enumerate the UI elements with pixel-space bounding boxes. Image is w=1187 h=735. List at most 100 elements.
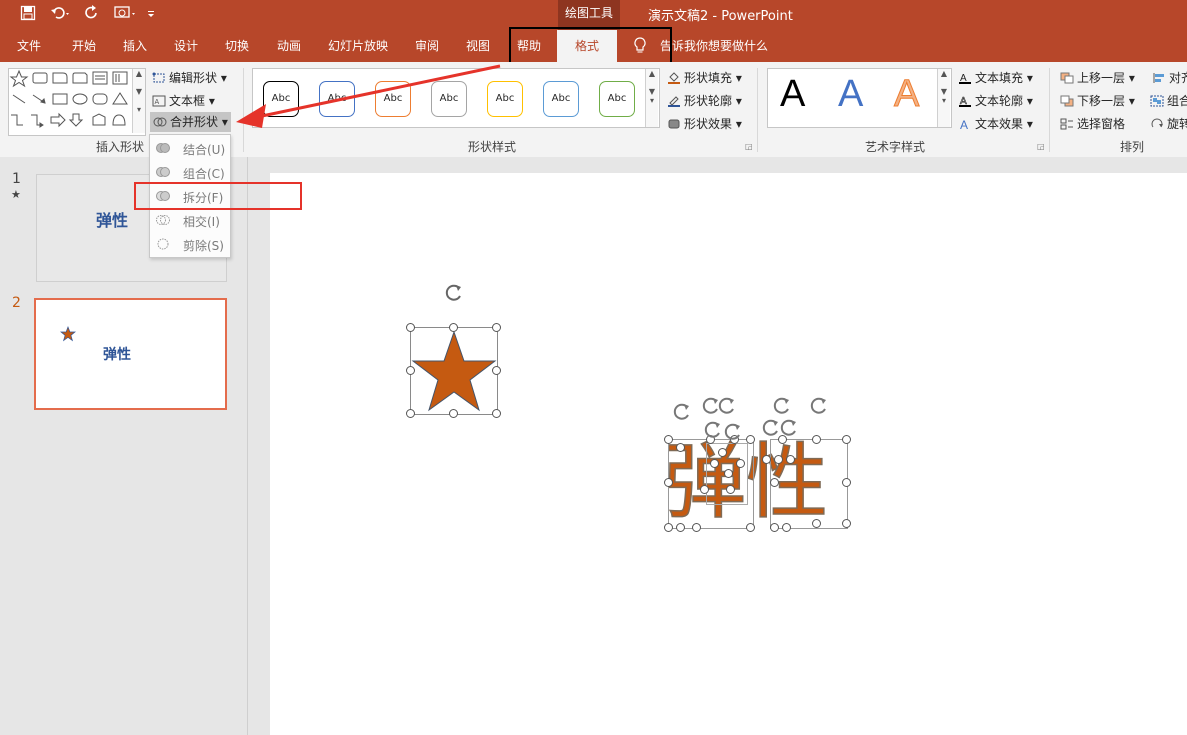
shapes-gallery-scroll[interactable]: ▲ ▼ ▾ <box>132 69 145 133</box>
slide-1-text: 弹性 <box>96 211 129 230</box>
redo-icon[interactable] <box>84 5 100 25</box>
resize-handle[interactable] <box>746 523 755 532</box>
resize-handle[interactable] <box>664 523 673 532</box>
union-icon <box>156 143 170 153</box>
selection-pane-button[interactable]: 选择窗格 <box>1060 115 1125 132</box>
text-box-button[interactable]: A 文本框 ▾ <box>152 92 215 109</box>
send-backward-button[interactable]: 下移一层 ▾ <box>1060 92 1135 109</box>
resize-handle[interactable] <box>762 455 771 464</box>
slide-thumbnail-2[interactable]: 弹性 <box>34 298 227 410</box>
shape-style-5[interactable]: Abc <box>487 81 523 117</box>
resize-handle[interactable] <box>726 485 735 494</box>
merge-shapes-button[interactable]: 合并形状 ▾ <box>150 112 231 132</box>
tab-slideshow[interactable]: 幻灯片放映 <box>328 37 388 54</box>
resize-handle[interactable] <box>842 478 851 487</box>
shape-style-4[interactable]: Abc <box>431 81 467 117</box>
resize-handle[interactable] <box>492 366 501 375</box>
tab-file[interactable]: 文件 <box>17 37 41 54</box>
group-button[interactable]: 组合 <box>1150 92 1187 109</box>
wordart-scroll[interactable]: ▲ ▼ ▾ <box>937 69 950 127</box>
shape-style-3[interactable]: Abc <box>375 81 411 117</box>
wordart-style-black[interactable]: A <box>780 73 805 116</box>
resize-handle[interactable] <box>692 523 701 532</box>
wordart-style-blue[interactable]: A <box>838 73 863 116</box>
wordart-gallery[interactable]: A A A ▲ ▼ ▾ <box>767 68 952 128</box>
resize-handle[interactable] <box>676 523 685 532</box>
resize-handle[interactable] <box>449 409 458 418</box>
resize-handle[interactable] <box>492 323 501 332</box>
resize-handle[interactable] <box>770 478 779 487</box>
rotate-button[interactable]: 旋转 <box>1150 115 1187 132</box>
resize-handle[interactable] <box>842 519 851 528</box>
resize-handle[interactable] <box>406 366 415 375</box>
rotate-handle-icon[interactable] <box>778 417 800 439</box>
bring-forward-button[interactable]: 上移一层 ▾ <box>1060 69 1135 86</box>
resize-handle[interactable] <box>842 435 851 444</box>
shape-effects-button[interactable]: 形状效果 ▾ <box>667 115 742 132</box>
menu-item-subtract[interactable]: 剪除(S) <box>150 233 230 257</box>
shape-outline-button[interactable]: 形状轮廓 ▾ <box>667 92 742 109</box>
edit-shape-button[interactable]: 编辑形状 ▾ <box>152 69 227 86</box>
shape-styles-scroll[interactable]: ▲ ▼ ▾ <box>645 69 658 127</box>
tab-review[interactable]: 审阅 <box>415 37 439 54</box>
rotate-handle-icon[interactable] <box>671 401 693 423</box>
rotate-handle-icon[interactable] <box>771 395 793 417</box>
shape-styles-gallery[interactable]: Abc Abc Abc Abc Abc Abc Abc ▲ ▼ ▾ <box>252 68 660 128</box>
text-outline-button[interactable]: A 文本轮廓 ▾ <box>958 92 1033 109</box>
resize-handle[interactable] <box>812 435 821 444</box>
rotate-handle-icon[interactable] <box>716 395 738 417</box>
text-fill-button[interactable]: A 文本填充 ▾ <box>958 69 1033 86</box>
resize-handle[interactable] <box>718 448 727 457</box>
resize-handle[interactable] <box>736 459 745 468</box>
save-icon[interactable] <box>20 5 36 25</box>
resize-handle[interactable] <box>492 409 501 418</box>
resize-handle[interactable] <box>786 455 795 464</box>
shape-style-7[interactable]: Abc <box>599 81 635 117</box>
tab-design[interactable]: 设计 <box>174 37 198 54</box>
menu-item-intersect[interactable]: 相交(I) <box>150 209 230 233</box>
tab-home[interactable]: 开始 <box>72 37 96 54</box>
tab-insert[interactable]: 插入 <box>123 37 147 54</box>
resize-handle[interactable] <box>406 323 415 332</box>
undo-icon[interactable] <box>50 5 72 25</box>
resize-handle[interactable] <box>770 523 779 532</box>
menu-item-union[interactable]: 结合(U) <box>150 137 230 161</box>
shape-style-2[interactable]: Abc <box>319 81 355 117</box>
shapes-gallery[interactable] <box>8 68 146 136</box>
resize-handle[interactable] <box>724 469 733 478</box>
resize-handle[interactable] <box>406 409 415 418</box>
wordart-launcher-icon[interactable]: ◲ <box>1037 142 1045 151</box>
resize-handle[interactable] <box>782 523 791 532</box>
rotate-handle-icon[interactable] <box>722 421 744 443</box>
text-effects-button[interactable]: A 文本效果 ▾ <box>958 115 1033 132</box>
shape-styles-launcher-icon[interactable]: ◲ <box>745 142 753 151</box>
slide-canvas[interactable]: 弹性 <box>270 173 1187 735</box>
star-shape[interactable] <box>410 327 498 415</box>
bring-forward-label: 上移一层 <box>1077 71 1126 85</box>
slide-number-1: 1 <box>12 171 21 187</box>
resize-handle[interactable] <box>676 443 685 452</box>
shape-fill-button[interactable]: 形状填充 ▾ <box>667 69 742 86</box>
resize-handle[interactable] <box>664 478 673 487</box>
resize-handle[interactable] <box>664 435 673 444</box>
shape-style-1[interactable]: Abc <box>263 81 299 117</box>
start-from-beginning-icon[interactable] <box>113 5 137 25</box>
customize-toolbar-icon[interactable] <box>146 5 156 24</box>
rotate-handle-icon[interactable] <box>443 282 465 304</box>
resize-handle[interactable] <box>774 455 783 464</box>
rotate-handle-icon[interactable] <box>808 395 830 417</box>
resize-handle[interactable] <box>812 519 821 528</box>
tab-view[interactable]: 视图 <box>466 37 490 54</box>
resize-handle[interactable] <box>710 459 719 468</box>
tell-me-search[interactable]: 告诉我你想要做什么 <box>660 37 768 54</box>
menu-item-intersect-label: 相交(I) <box>183 215 220 229</box>
rotate-handle-icon[interactable] <box>702 419 724 441</box>
tab-transitions[interactable]: 切换 <box>225 37 249 54</box>
resize-handle[interactable] <box>700 485 709 494</box>
shape-style-6[interactable]: Abc <box>543 81 579 117</box>
align-button[interactable]: 对齐 <box>1152 69 1187 86</box>
tab-animations[interactable]: 动画 <box>277 37 301 54</box>
resize-handle[interactable] <box>449 323 458 332</box>
wordart-style-orange[interactable]: A <box>893 73 919 116</box>
resize-handle[interactable] <box>746 435 755 444</box>
